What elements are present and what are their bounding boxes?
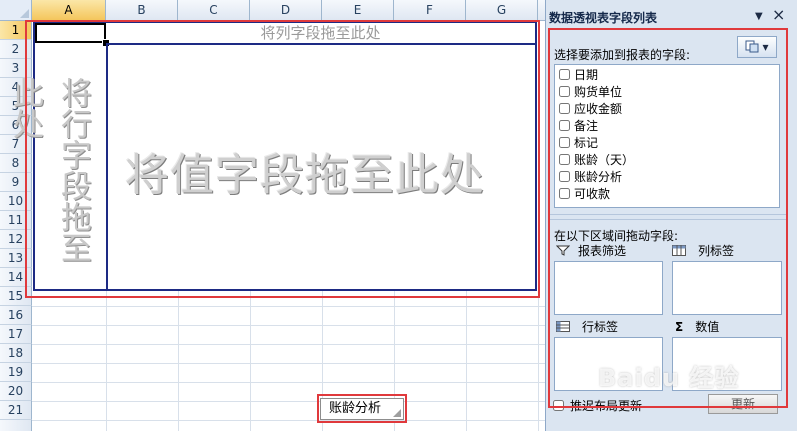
gridline [32,382,546,383]
row-header-1[interactable]: 1 [0,21,32,40]
column-labels-header: 列标签 [672,242,734,259]
field-checkbox[interactable] [559,103,570,114]
column-header-f[interactable]: F [394,0,466,21]
row-header-2[interactable]: 2 [0,40,32,59]
column-header-e[interactable]: E [322,0,394,21]
defer-layout-update[interactable]: 推迟布局更新 [553,397,642,414]
field-layout-icon [745,40,759,53]
field-checkbox[interactable] [559,86,570,97]
row-header-9[interactable]: 9 [0,173,32,192]
gridline [32,344,546,345]
column-labels-icon [672,245,686,256]
field-item-date[interactable]: 日期 [559,67,598,84]
row-labels-icon [556,321,570,332]
gridline [32,306,546,307]
layout-dropdown-glyph: ▾ [762,40,769,54]
field-item-remark[interactable]: 备注 [559,118,598,135]
column-header-d[interactable]: D [250,0,322,21]
row-fields-drop-text: 将行字段拖至此处 [7,77,91,263]
gridline [32,401,546,402]
field-item-receivable[interactable]: 应收金额 [559,101,622,118]
field-list[interactable]: 日期 购货单位 应收金额 备注 标记 账龄（天） 账龄分析 可收款 [554,64,780,208]
select-all-corner[interactable] [0,0,32,21]
sigma-icon: Σ [675,320,684,334]
row-header-20[interactable]: 20 [0,382,32,401]
sheet-tab-label: 账龄分析 [329,401,382,416]
worksheet[interactable]: A B C D E F G 1 2 3 4 5 6 7 8 9 10 11 12… [0,0,546,431]
active-cell-a1[interactable] [35,23,106,43]
report-filter-header: 报表筛选 [556,242,626,259]
field-item-customer[interactable]: 购货单位 [559,84,622,101]
column-header-a[interactable]: A [32,0,106,21]
field-checkbox[interactable] [559,188,570,199]
field-item-mark[interactable]: 标记 [559,135,598,152]
field-item-collectible[interactable]: 可收款 [559,186,610,203]
field-checkbox[interactable] [559,171,570,182]
gridline [32,363,546,364]
row-header-16[interactable]: 16 [0,306,32,325]
row-header-19[interactable]: 19 [0,363,32,382]
pane-close-button[interactable]: × [772,5,785,24]
field-checkbox[interactable] [559,137,570,148]
gridline [32,325,546,326]
column-fields-drop-zone[interactable]: 将列字段拖至此处 [106,23,535,45]
filter-icon [556,245,570,256]
field-layout-button[interactable]: ▾ [737,36,777,58]
update-button[interactable]: 更新 [708,394,778,414]
gridline [32,420,546,421]
pivot-table-layout[interactable]: 将列字段拖至此处 将行字段拖至此处 将值字段拖至此处 [7,21,537,291]
defer-layout-checkbox[interactable] [553,400,564,411]
row-header-18[interactable]: 18 [0,344,32,363]
pane-options-dropdown[interactable]: ▼ [755,11,763,22]
row-header-3[interactable]: 3 [0,59,32,78]
pane-splitter[interactable] [550,214,786,220]
column-header-c[interactable]: C [178,0,250,21]
row-header-10[interactable]: 10 [0,192,32,211]
row-fields-drop-zone[interactable]: 将行字段拖至此处 [7,43,108,289]
gridline [538,21,539,431]
pane-title: 数据透视表字段列表 [549,11,658,25]
values-header: Σ 数值 [675,320,720,334]
column-labels-drop-box[interactable] [672,261,782,315]
report-filter-drop-box[interactable] [554,261,663,315]
row-header-15[interactable]: 15 [0,287,32,306]
watermark: Baidu 经验 [598,364,740,392]
row-header-11[interactable]: 11 [0,211,32,230]
row-header-12[interactable]: 12 [0,230,32,249]
row-header-17[interactable]: 17 [0,325,32,344]
value-fields-drop-text[interactable]: 将值字段拖至此处 [125,139,485,203]
select-all-triangle [20,9,29,18]
field-checkbox[interactable] [559,69,570,80]
field-item-aging-days[interactable]: 账龄（天） [559,152,634,169]
row-header-14[interactable]: 14 [0,268,32,287]
row-labels-header: 行标签 [556,318,618,335]
sheet-tab-active[interactable]: 账龄分析 [320,398,404,420]
row-header-13[interactable]: 13 [0,249,32,268]
field-checkbox[interactable] [559,154,570,165]
row-header-22[interactable] [0,420,32,431]
column-header-g[interactable]: G [466,0,538,21]
row-header-8[interactable]: 8 [0,154,32,173]
column-header-b[interactable]: B [106,0,178,21]
row-header-21[interactable]: 21 [0,401,32,420]
choose-fields-label: 选择要添加到报表的字段: [554,48,691,62]
field-checkbox[interactable] [559,120,570,131]
tab-corner-triangle [393,409,401,417]
field-item-aging-analysis[interactable]: 账龄分析 [559,169,622,186]
